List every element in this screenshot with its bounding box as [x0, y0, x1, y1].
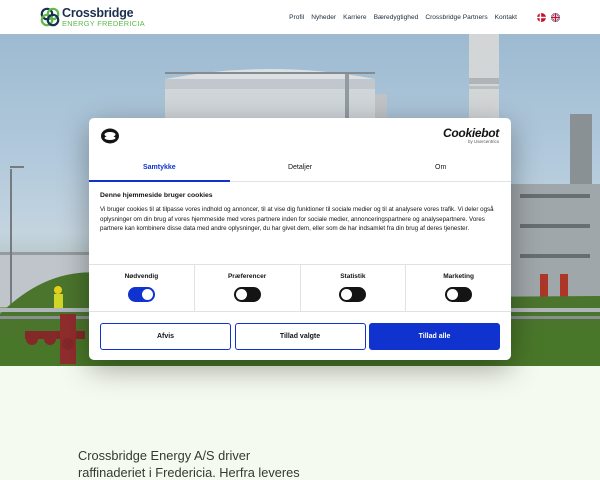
cookiebot-logo[interactable]: Cookiebot by Usercentrics: [443, 127, 499, 145]
category-necessary: Nødvendig: [89, 265, 194, 311]
cookie-tabs: Samtykke Detaljer Om: [89, 154, 511, 182]
tab-detaljer[interactable]: Detaljer: [230, 154, 371, 181]
cookie-icon: [101, 128, 119, 144]
nav-link-profil[interactable]: Profil: [289, 14, 304, 21]
necessary-toggle[interactable]: [127, 287, 155, 302]
intro-line-1: Crossbridge Energy A/S driver: [78, 448, 251, 463]
nav-link-partners[interactable]: Crossbridge Partners: [425, 14, 487, 21]
category-label: Nødvendig: [124, 273, 159, 280]
uk-flag-icon[interactable]: [551, 12, 560, 22]
tab-samtykke[interactable]: Samtykke: [89, 154, 230, 182]
language-switcher: [532, 12, 560, 22]
cookie-actions: Afvis Tillad valgte Tillad alle: [100, 323, 500, 350]
nav-link-baeredygtighed[interactable]: Bæredygtighed: [374, 14, 419, 21]
cookie-heading: Denne hjemmeside bruger cookies: [100, 192, 213, 199]
nav-link-karriere[interactable]: Karriere: [343, 14, 366, 21]
marketing-toggle[interactable]: [445, 287, 473, 302]
brand-by: by Usercentrics: [467, 139, 499, 144]
category-label: Marketing: [443, 273, 474, 280]
logo-subtitle: ENERGY FREDERICIA: [62, 19, 145, 29]
intro-line-2: raffinaderiet i Fredericia. Herfra lever…: [78, 465, 300, 480]
crossbridge-logo-icon: [40, 7, 60, 27]
category-marketing: Marketing: [405, 265, 511, 311]
site-header: Crossbridge ENERGY FREDERICIA Profil Nyh…: [0, 0, 600, 34]
main-nav: Profil Nyheder Karriere Bæredygtighed Cr…: [289, 14, 517, 21]
category-label: Præferencer: [227, 273, 267, 280]
statistics-toggle[interactable]: [339, 287, 367, 302]
preferences-toggle[interactable]: [233, 287, 261, 302]
allow-selected-button[interactable]: Tillad valgte: [234, 323, 366, 350]
cookie-description: Vi bruger cookies til at tilpasse vores …: [100, 206, 494, 233]
category-label: Statistik: [340, 273, 366, 280]
logo-name: Crossbridge: [62, 5, 134, 20]
reject-button[interactable]: Afvis: [100, 323, 231, 350]
category-preferences: Præferencer: [193, 265, 300, 311]
cookie-consent-dialog: Cookiebot by Usercentrics Samtykke Detal…: [89, 118, 511, 360]
nav-link-kontakt[interactable]: Kontakt: [495, 14, 517, 21]
logo[interactable]: Crossbridge ENERGY FREDERICIA: [40, 5, 145, 29]
cookie-body: Denne hjemmeside bruger cookies Vi bruge…: [100, 192, 500, 234]
cookie-categories: Nødvendig Præferencer Statistik Marketin…: [89, 264, 511, 312]
allow-all-button[interactable]: Tillad alle: [369, 323, 500, 350]
tab-om[interactable]: Om: [370, 154, 511, 181]
brand-name: Cookiebot: [443, 126, 499, 140]
danish-flag-icon[interactable]: [537, 12, 546, 22]
nav-link-nyheder[interactable]: Nyheder: [311, 14, 336, 21]
intro-text: Crossbridge Energy A/S driver raffinader…: [78, 447, 378, 480]
category-statistics: Statistik: [299, 265, 406, 311]
